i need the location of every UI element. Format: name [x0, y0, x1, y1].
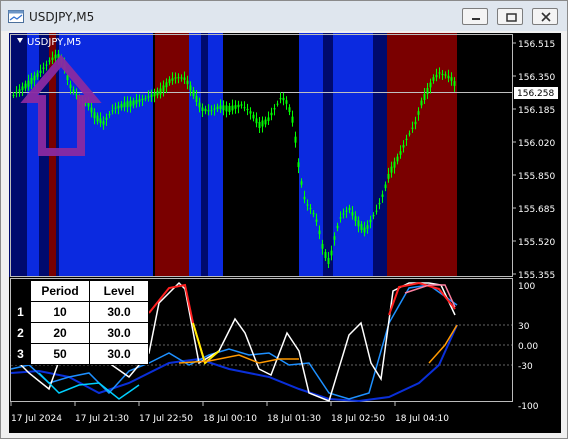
- price-tick-label: 155.520: [518, 238, 555, 248]
- chart-area[interactable]: USDJPY,M5 156.515 156.350 156.185 156.020 15…: [9, 33, 561, 433]
- price-tick-label: 156.185: [518, 106, 555, 116]
- time-tick-label: 17 Jul 2024: [11, 414, 62, 424]
- price-tick-label: 155.850: [518, 172, 555, 182]
- indicator-tick-label: -30: [518, 362, 533, 372]
- period-cell: 20: [30, 322, 90, 344]
- time-tick-label: 17 Jul 22:50: [139, 414, 193, 424]
- chart-window-icon: [8, 10, 24, 23]
- indicator-tick-label: 30: [518, 322, 530, 332]
- price-tick-label: 156.515: [518, 40, 555, 50]
- period-cell: 10: [30, 301, 90, 323]
- level-cell: 30.0: [89, 343, 149, 365]
- close-icon: [541, 12, 551, 22]
- price-tick-label: 156.020: [518, 139, 555, 149]
- level-header: Level: [89, 280, 149, 302]
- settings-table: Period Level 1 10 30.0 2 20 30.0 3 50 30…: [11, 280, 149, 365]
- price-tick-label: 155.355: [518, 271, 555, 281]
- minimize-icon: [472, 18, 480, 20]
- period-cell: 50: [30, 343, 90, 365]
- indicator-tick-label: -100: [518, 402, 539, 412]
- time-axis: 17 Jul 2024 17 Jul 21:30 17 Jul 22:50 18 Ju…: [10, 402, 449, 424]
- price-axis: 156.515 156.350 156.185 156.020 155.850 155.6…: [512, 40, 555, 281]
- window-titlebar[interactable]: USDJPY,M5: [1, 1, 567, 31]
- chart-window: USDJPY,M5 USDJPY,M5 156.515 156.350 156.…: [0, 0, 568, 439]
- indicator-tick-label: 100: [518, 282, 535, 292]
- minimize-button[interactable]: [462, 8, 488, 25]
- window-title: USDJPY,M5: [29, 10, 95, 24]
- row-number: 3: [11, 343, 31, 365]
- row-number: 2: [11, 322, 31, 344]
- close-button[interactable]: [532, 8, 558, 25]
- symbol-label: USDJPY,M5: [27, 37, 81, 48]
- price-tick-label: 156.350: [518, 73, 555, 83]
- time-tick-label: 18 Jul 01:30: [267, 414, 321, 424]
- restore-button[interactable]: [497, 8, 523, 25]
- price-tick-label: 155.685: [518, 205, 555, 215]
- row-number: 1: [11, 301, 31, 323]
- indicator-axis: 100 30 0.00 -30 -100: [518, 282, 539, 412]
- indicator-tick-label: 0.00: [518, 342, 538, 352]
- time-tick-label: 18 Jul 04:10: [395, 414, 449, 424]
- time-tick-label: 17 Jul 21:30: [75, 414, 129, 424]
- level-cell: 30.0: [89, 322, 149, 344]
- level-cell: 30.0: [89, 301, 149, 323]
- time-tick-label: 18 Jul 00:10: [203, 414, 257, 424]
- period-header: Period: [30, 280, 90, 302]
- time-tick-label: 18 Jul 02:50: [331, 414, 385, 424]
- current-price-value: 156.258: [517, 89, 554, 99]
- restore-icon: [506, 13, 517, 22]
- price-chart[interactable]: USDJPY,M5 156.515156.350156.185156.02015…: [9, 33, 561, 433]
